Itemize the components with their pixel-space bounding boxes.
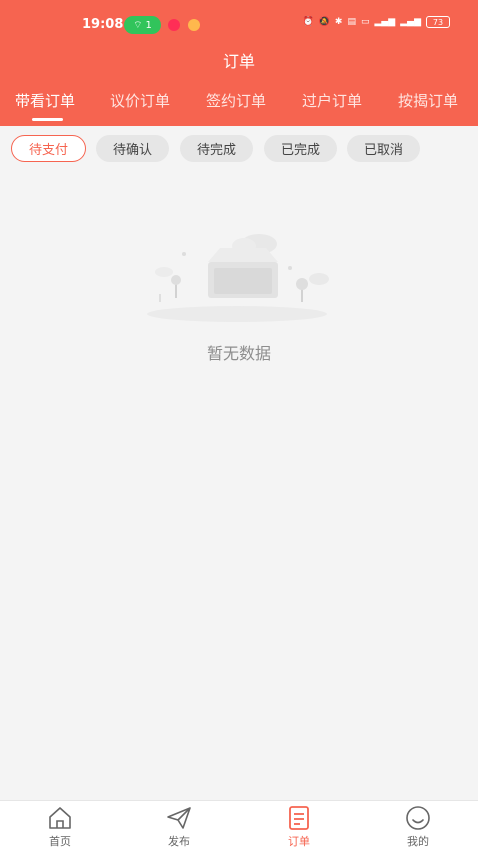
- send-icon: [167, 807, 191, 829]
- bluetooth-icon: ✱: [334, 17, 343, 27]
- page-title: 订单: [222, 52, 255, 71]
- tab-viewing-orders[interactable]: 带看订单: [15, 90, 75, 111]
- empty-box-illustration: [147, 234, 329, 322]
- signal-icon: ▂▄▆: [400, 17, 421, 27]
- order-icon: [289, 806, 309, 830]
- status-icons: ⏰ 🔕 ✱ ▤ ▭ ▂▄▆ ▂▄▆ 73: [302, 16, 450, 28]
- filter-completed[interactable]: 已完成: [264, 135, 337, 162]
- active-tab-indicator: [32, 118, 63, 121]
- tab-negotiation-orders[interactable]: 议价订单: [110, 90, 170, 111]
- hotspot-count: 1: [145, 19, 152, 31]
- wifi-hotspot-icon: ⌔: [133, 19, 143, 31]
- order-type-tabs: 带看订单 议价订单 签约订单 过户订单 按揭订单: [0, 90, 478, 121]
- tab-contract-orders[interactable]: 签约订单: [206, 90, 266, 111]
- tab-transfer-orders[interactable]: 过户订单: [302, 90, 362, 111]
- status-time: 19:08: [82, 17, 124, 32]
- notification-app-icon: [168, 19, 180, 31]
- filter-pending-confirmation[interactable]: 待确认: [96, 135, 169, 162]
- nav-publish-label: 发布: [168, 835, 190, 848]
- hotspot-indicator: ⌔ 1: [124, 16, 161, 34]
- alarm-icon: ⏰: [302, 17, 314, 27]
- home-icon: [49, 807, 71, 829]
- notification-app-icon: [188, 19, 200, 31]
- nav-home[interactable]: 首页: [20, 805, 100, 849]
- filter-cancelled[interactable]: 已取消: [347, 135, 420, 162]
- battery-icon: 73: [426, 16, 450, 28]
- status-filters: 待支付 待确认 待完成 已完成 已取消: [0, 135, 478, 163]
- nav-orders-label: 订单: [288, 835, 310, 848]
- filter-pending-completion[interactable]: 待完成: [180, 135, 253, 162]
- bottom-navigation: 首页 发布 订单 我的: [0, 800, 478, 850]
- hd-icon: ▭: [360, 17, 370, 27]
- filter-pending-payment[interactable]: 待支付: [11, 135, 86, 162]
- nav-profile[interactable]: 我的: [378, 805, 458, 849]
- nav-orders[interactable]: 订单: [259, 805, 339, 849]
- tab-mortgage-orders[interactable]: 按揭订单: [398, 90, 458, 111]
- nav-publish[interactable]: 发布: [139, 805, 219, 849]
- status-bar: 19:08 ⌔ 1 ⏰ 🔕 ✱ ▤ ▭ ▂▄▆ ▂▄▆ 73: [0, 0, 478, 44]
- profile-icon: [406, 806, 430, 830]
- nav-home-label: 首页: [49, 835, 71, 848]
- signal-icon: ▂▄▆: [374, 17, 396, 27]
- header-bar: 19:08 ⌔ 1 ⏰ 🔕 ✱ ▤ ▭ ▂▄▆ ▂▄▆ 73 订单 带看订单 议…: [0, 0, 478, 126]
- network-speed-icon: ▤: [347, 17, 356, 27]
- empty-state-message: 暂无数据: [206, 344, 271, 363]
- nav-profile-label: 我的: [407, 835, 429, 848]
- mute-icon: 🔕: [318, 17, 330, 27]
